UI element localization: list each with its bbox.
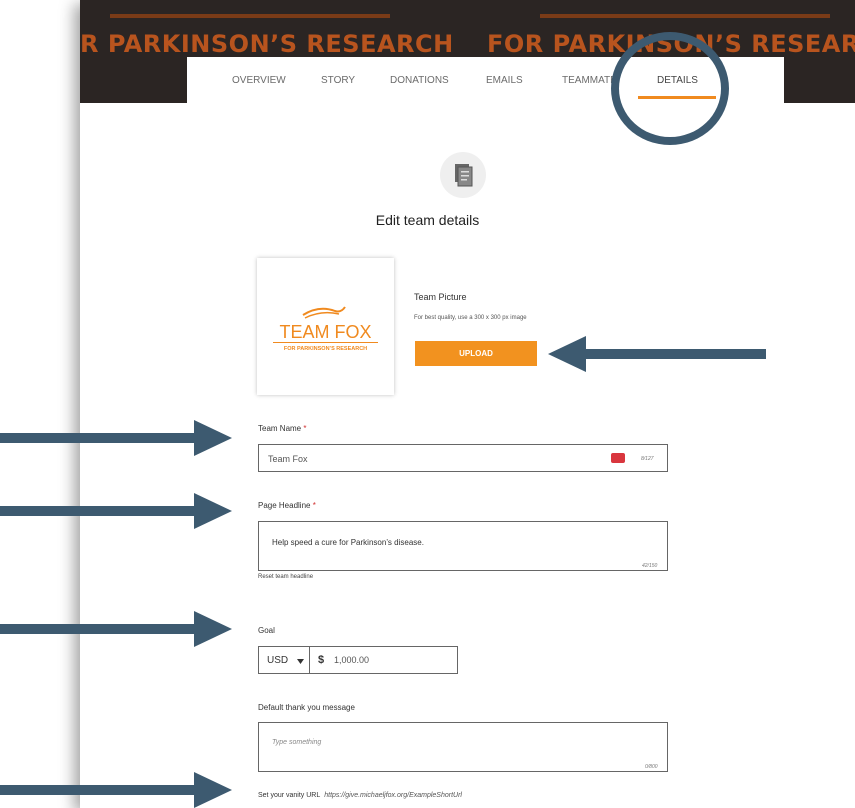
- team-picture-hint: For best quality, use a 300 x 300 px ima…: [414, 315, 527, 321]
- team-picture-preview: TEAM FOX FOR PARKINSON’S RESEARCH: [257, 258, 394, 395]
- team-name-label: Team Name *: [258, 424, 307, 433]
- goal-amount-input[interactable]: $ 1,000.00: [310, 646, 458, 674]
- headline-value: Help speed a cure for Parkinson’s diseas…: [272, 538, 424, 547]
- tab-teammates[interactable]: TEAMMATE: [562, 75, 617, 86]
- currency-value: USD: [267, 655, 289, 666]
- banner-stripe: [110, 14, 390, 18]
- currency-select[interactable]: USD: [258, 646, 310, 674]
- banner-stripe: [540, 14, 830, 18]
- page-title: Edit team details: [375, 212, 480, 228]
- logo-divider: [273, 342, 378, 343]
- team-name-count: 8/127: [641, 456, 654, 462]
- logo-tagline: FOR PARKINSON’S RESEARCH: [283, 346, 368, 352]
- details-icon-circle: [440, 152, 486, 198]
- tab-emails[interactable]: EMAILS: [486, 75, 523, 86]
- headline-count: 42/150: [642, 563, 658, 569]
- document-icon: [455, 164, 473, 187]
- tab-story[interactable]: STORY: [321, 75, 355, 86]
- upload-button[interactable]: UPLOAD: [415, 341, 537, 366]
- tab-donations[interactable]: DONATIONS: [390, 75, 449, 86]
- emoji-picker-icon[interactable]: [611, 453, 625, 463]
- headline-textarea[interactable]: Help speed a cure for Parkinson’s diseas…: [258, 521, 668, 571]
- thank-you-placeholder: Type something: [272, 739, 322, 746]
- annotation-arrow-goal-icon: [0, 611, 232, 647]
- headline-label: Page Headline *: [258, 501, 316, 510]
- tab-overview[interactable]: OVERVIEW: [232, 75, 286, 86]
- team-name-value: Team Fox: [268, 454, 308, 464]
- dollar-sign: $: [318, 654, 325, 666]
- annotation-arrow-upload-icon: [548, 336, 766, 372]
- annotation-circle: [611, 32, 729, 145]
- thank-you-textarea[interactable]: Type something 0/800: [258, 722, 668, 772]
- team-name-input[interactable]: Team Fox 8/127: [258, 444, 668, 472]
- team-picture-label: Team Picture: [414, 292, 467, 302]
- thank-you-label: Default thank you message: [258, 703, 355, 712]
- annotation-arrow-headline-icon: [0, 493, 232, 529]
- logo-wordmark: TEAM FOX: [279, 322, 372, 342]
- vanity-url-label: Set your vanity URL https://give.michaelj…: [258, 792, 462, 799]
- page-background: [80, 0, 855, 808]
- banner-text-left: R PARKINSON’S RESEARCH: [80, 30, 454, 58]
- chevron-down-icon: [297, 659, 304, 664]
- annotation-arrow-team-name-icon: [0, 420, 232, 456]
- fox-tail-logo-icon: [302, 306, 346, 319]
- thank-you-count: 0/800: [645, 764, 658, 770]
- goal-amount-value: 1,000.00: [334, 655, 370, 665]
- goal-label: Goal: [258, 626, 275, 635]
- annotation-arrow-vanity-icon: [0, 772, 232, 808]
- reset-headline-link[interactable]: Reset team headline: [258, 574, 313, 580]
